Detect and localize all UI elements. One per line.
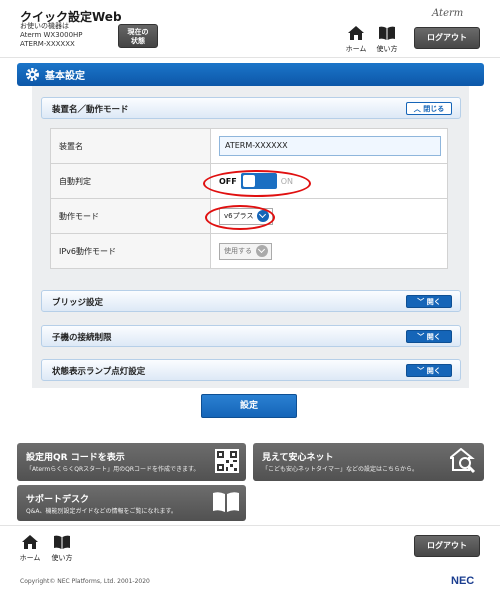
expand-bridge-label: 開く — [426, 298, 441, 306]
footer-guide-label: 使い方 — [51, 554, 73, 562]
footer-guide-nav[interactable]: 使い方 — [49, 535, 75, 563]
guide-nav-label: 使い方 — [376, 45, 398, 53]
book-icon — [54, 535, 70, 549]
safety-tile-desc: 「こども安心ネットタイマー」などの設定はこちらから。 — [262, 466, 419, 473]
footer-divider — [0, 525, 500, 526]
accordion-lamp-title: 状態表示ランプ点灯設定 — [52, 367, 146, 377]
accordion-lamp[interactable]: 状態表示ランプ点灯設定 ﹀ 開く — [41, 359, 461, 381]
copyright: Copyright© NEC Platforms, Ltd. 2001-2020 — [20, 578, 150, 585]
section-title: 基本設定 — [45, 71, 85, 82]
toggle-knob — [242, 175, 255, 187]
chevron-down-icon — [257, 210, 270, 222]
book-icon — [379, 26, 395, 40]
mode-select-value: v6プラス — [224, 212, 254, 220]
accordion-bridge[interactable]: ブリッジ設定 ﹀ 開く — [41, 290, 461, 312]
current-status-button[interactable]: 現在の 状態 — [118, 24, 158, 48]
expand-lamp-button[interactable]: ﹀ 開く — [406, 364, 452, 377]
toggle-switch[interactable] — [240, 173, 277, 189]
submit-button[interactable]: 設定 — [201, 394, 297, 418]
logout-button[interactable]: ログアウト — [414, 27, 480, 49]
mode-cell: v6プラス — [210, 198, 448, 234]
home-nav-label: ホーム — [345, 45, 367, 53]
device-model: Aterm WX3000HP — [20, 31, 83, 39]
ipv6-mode-value: 使用する — [224, 247, 252, 255]
chevron-down-icon: ﹀ — [417, 298, 425, 306]
home-icon — [348, 26, 364, 40]
accordion-child-limit[interactable]: 子機の接続制限 ﹀ 開く — [41, 325, 461, 347]
accordion-device-mode-title: 装置名／動作モード — [52, 105, 129, 115]
table-row: 装置名 ATERM-XXXXXX — [50, 128, 448, 164]
aterm-logo: Aterm — [432, 8, 464, 19]
expand-child-label: 開く — [426, 333, 441, 341]
support-tile-desc: Q&A、機能別設定ガイドなどの情報をご覧になれます。 — [26, 508, 177, 515]
chevron-down-icon: ﹀ — [417, 367, 425, 375]
qr-tile-title: 設定用QR コードを表示 — [26, 453, 125, 463]
accordion-device-mode[interactable]: 装置名／動作モード ︿ 閉じる — [41, 97, 461, 119]
book-icon — [213, 492, 239, 512]
table-row: IPv6動作モード 使用する — [50, 233, 448, 269]
expand-child-button[interactable]: ﹀ 開く — [406, 330, 452, 343]
auto-detect-toggle[interactable]: OFF ON — [219, 173, 447, 189]
table-row: 動作モード v6プラス — [50, 198, 448, 234]
collapse-button-label: 閉じる — [423, 105, 445, 113]
expand-lamp-label: 開く — [426, 367, 441, 375]
nec-logo: NEC — [451, 575, 475, 587]
guide-nav[interactable]: 使い方 — [374, 26, 400, 54]
qr-tile-desc: 「AtermらくらくQRスタート」用のQRコードを作成できます。 — [26, 466, 200, 473]
chevron-up-icon: ︿ — [413, 105, 421, 113]
mode-label: 動作モード — [50, 198, 211, 234]
home-nav[interactable]: ホーム — [343, 26, 369, 54]
chevron-down-icon — [256, 245, 268, 257]
collapse-button[interactable]: ︿ 閉じる — [406, 102, 452, 115]
ipv6-mode-select: 使用する — [219, 242, 272, 260]
device-id: ATERM-XXXXXX — [20, 40, 75, 48]
home-icon — [22, 535, 38, 549]
safety-net-tile[interactable]: 見えて安心ネット 「こども安心ネットタイマー」などの設定はこちらから。 — [253, 443, 484, 481]
qr-code-tile[interactable]: 設定用QR コードを表示 「AtermらくらくQRスタート」用のQRコードを作成… — [17, 443, 246, 481]
header-divider — [0, 57, 500, 58]
ipv6-mode-cell: 使用する — [210, 233, 448, 269]
device-name-input[interactable]: ATERM-XXXXXX — [219, 136, 441, 156]
support-desk-tile[interactable]: サポートデスク Q&A、機能別設定ガイドなどの情報をご覧になれます。 — [17, 485, 246, 521]
device-label: お使いの機器は — [20, 22, 69, 30]
home-search-icon — [450, 448, 476, 474]
footer-home-label: ホーム — [19, 554, 41, 562]
gear-icon — [26, 68, 39, 81]
support-tile-title: サポートデスク — [26, 495, 90, 505]
section-header: 基本設定 — [17, 63, 484, 86]
current-status-label-2: 状態 — [131, 37, 145, 45]
device-name-cell: ATERM-XXXXXX — [210, 128, 448, 164]
footer-logout-button[interactable]: ログアウト — [414, 535, 480, 557]
expand-bridge-button[interactable]: ﹀ 開く — [406, 295, 452, 308]
footer-home-nav[interactable]: ホーム — [17, 535, 43, 563]
accordion-child-limit-title: 子機の接続制限 — [52, 333, 112, 343]
mode-select[interactable]: v6プラス — [219, 207, 274, 225]
qr-code-icon — [215, 449, 239, 473]
safety-tile-title: 見えて安心ネット — [262, 453, 334, 463]
toggle-on-label: ON — [280, 176, 294, 186]
ipv6-mode-label: IPv6動作モード — [50, 233, 211, 269]
table-row: 自動判定 OFF ON — [50, 163, 448, 199]
auto-detect-label: 自動判定 — [50, 163, 211, 199]
toggle-off-label: OFF — [219, 176, 237, 186]
accordion-bridge-title: ブリッジ設定 — [52, 298, 104, 308]
auto-detect-cell: OFF ON — [210, 163, 448, 199]
current-status-label-1: 現在の — [127, 28, 149, 36]
chevron-down-icon: ﹀ — [417, 333, 425, 341]
settings-table: 装置名 ATERM-XXXXXX 自動判定 OFF ON 動作モード v6プラス… — [50, 128, 448, 269]
device-name-label: 装置名 — [50, 128, 211, 164]
